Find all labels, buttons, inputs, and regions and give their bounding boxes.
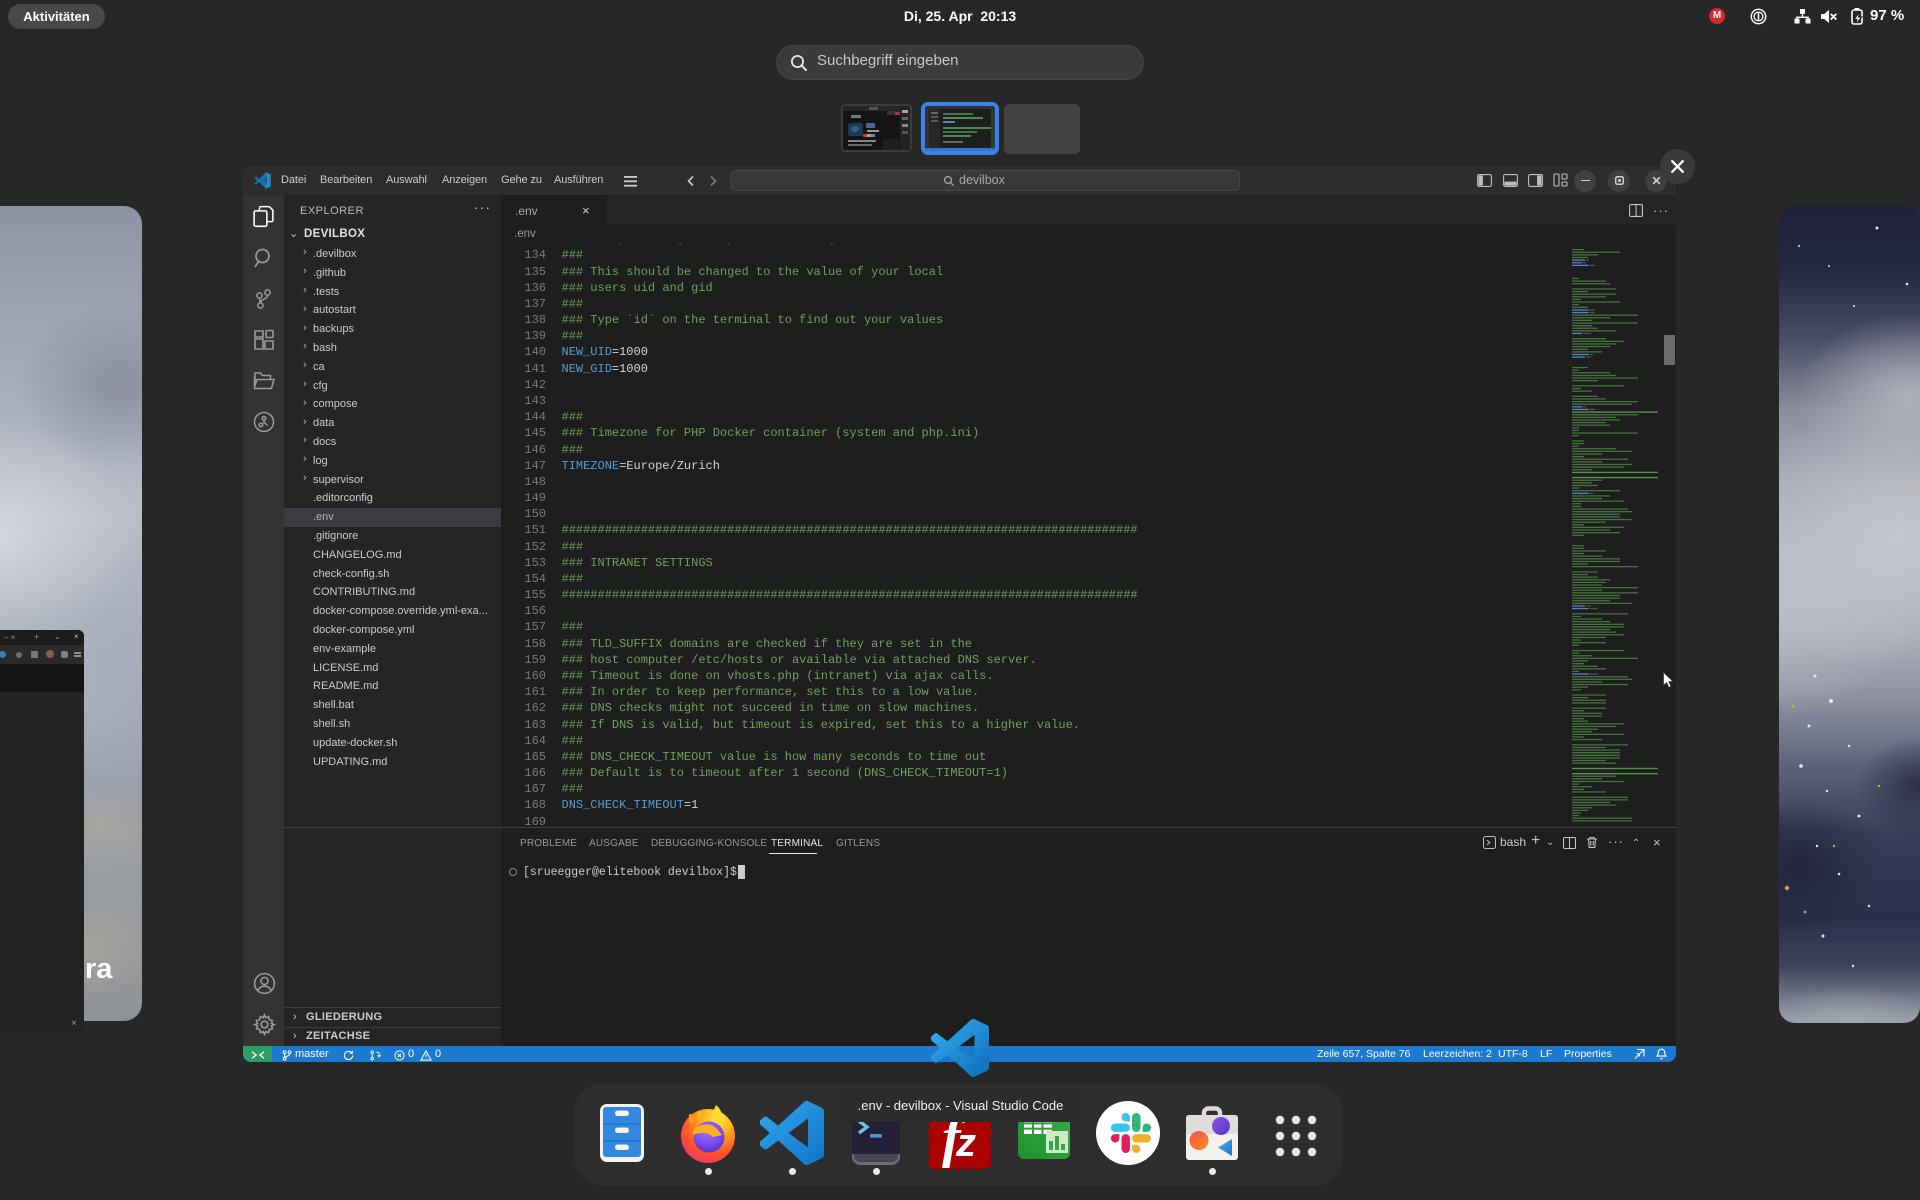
svg-text:z: z [955,1121,976,1165]
